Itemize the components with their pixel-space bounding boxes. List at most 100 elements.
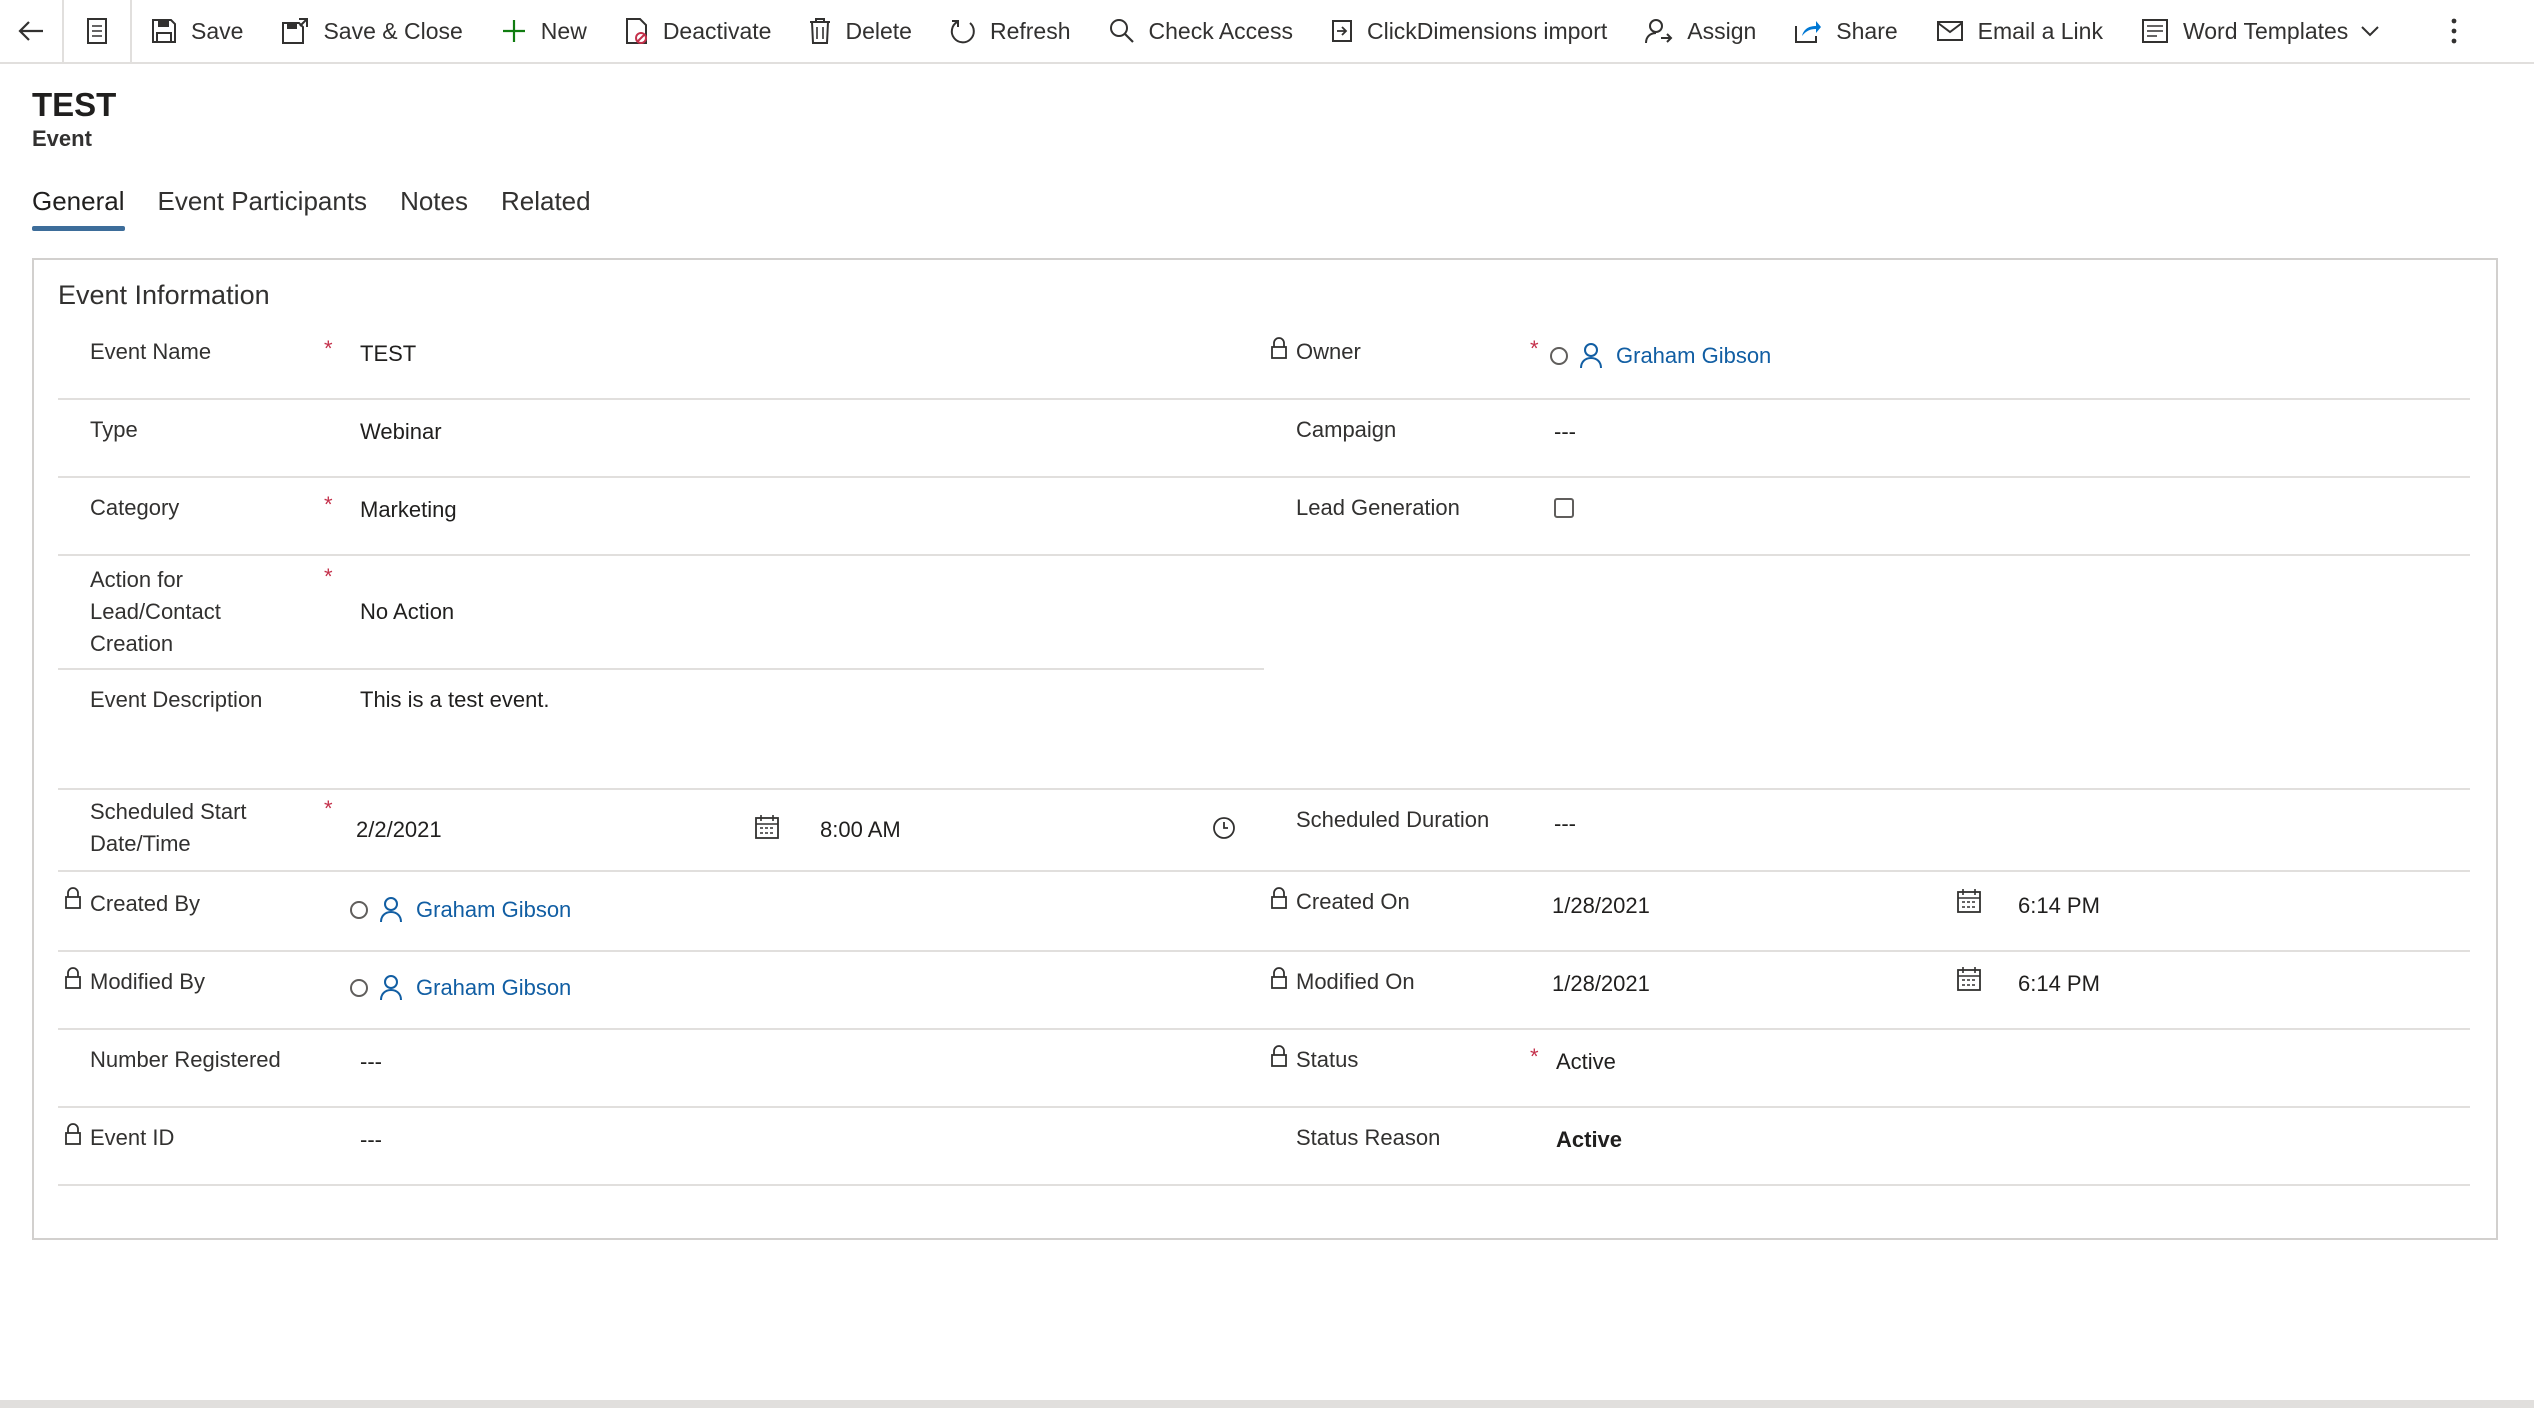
- save-icon: [152, 19, 176, 43]
- scheduled-duration-select[interactable]: ---: [1554, 808, 1576, 840]
- email-link-button[interactable]: Email a Link: [1917, 0, 2122, 62]
- field-type: Type Webinar: [58, 400, 1264, 478]
- calendar-icon[interactable]: [754, 814, 780, 840]
- share-button[interactable]: Share: [1775, 0, 1916, 62]
- status-reason-select[interactable]: Active: [1556, 1124, 1622, 1156]
- field-modified-by: Modified By Graham Gibson: [58, 952, 1264, 1030]
- lead-generation-checkbox[interactable]: [1554, 498, 1574, 518]
- refresh-button[interactable]: Refresh: [931, 0, 1090, 62]
- field-label: Category: [90, 495, 180, 520]
- save-button[interactable]: Save: [132, 0, 262, 62]
- modified-on-date: 1/28/2021: [1552, 971, 1650, 996]
- field-event-description: Event Description This is a test event.: [58, 670, 1264, 788]
- field-label: Number Registered: [90, 1047, 281, 1072]
- check-access-button[interactable]: Check Access: [1090, 0, 1312, 62]
- check-access-label: Check Access: [1148, 17, 1293, 44]
- word-templates-dropdown[interactable]: [2356, 0, 2394, 62]
- person-icon: [1580, 343, 1602, 369]
- import-icon: [1331, 20, 1352, 42]
- required-indicator: *: [324, 564, 333, 589]
- field-label: Type: [90, 417, 138, 442]
- save-close-button[interactable]: Save & Close: [262, 0, 481, 62]
- field-label: Event Description: [90, 687, 263, 712]
- chevron-down-icon: [2361, 26, 2380, 37]
- tab-related[interactable]: Related: [501, 186, 591, 231]
- required-indicator: *: [324, 492, 333, 517]
- deactivate-icon: [625, 18, 647, 44]
- created-on-date: 1/28/2021: [1552, 893, 1650, 918]
- owner-lookup[interactable]: Graham Gibson: [1550, 340, 1771, 372]
- tab-notes[interactable]: Notes: [400, 186, 468, 231]
- lock-icon: [65, 967, 81, 989]
- lock-icon: [1271, 1045, 1287, 1067]
- field-category: Category * Marketing: [58, 478, 1264, 556]
- field-created-by: Created By Graham Gibson: [58, 872, 1264, 950]
- field-campaign: Campaign ---: [1264, 400, 2470, 478]
- delete-button[interactable]: Delete: [790, 0, 930, 62]
- clickdimensions-import-button[interactable]: ClickDimensions import: [1312, 0, 1626, 62]
- document-icon: [87, 18, 107, 44]
- word-templates-button[interactable]: Word Templates: [2122, 0, 2356, 62]
- lock-icon: [1271, 967, 1287, 989]
- trash-icon: [810, 18, 831, 44]
- field-event-id: Event ID ---: [58, 1108, 1264, 1186]
- back-button[interactable]: [0, 0, 64, 62]
- person-icon: [380, 897, 402, 923]
- field-label: Modified By: [90, 969, 205, 994]
- tab-general[interactable]: General: [32, 186, 125, 231]
- save-close-label: Save & Close: [323, 17, 463, 44]
- calendar-icon: [1957, 889, 1981, 913]
- field-lead-generation: Lead Generation: [1264, 478, 2470, 556]
- type-select[interactable]: Webinar: [360, 416, 442, 448]
- person-assign-icon: [1645, 19, 1673, 44]
- event-name-input[interactable]: TEST: [360, 338, 416, 370]
- form-selector-button[interactable]: [64, 0, 132, 62]
- field-action-lead-contact: Action for Lead/Contact Creation * No Ac…: [58, 556, 1264, 668]
- owner-name-link[interactable]: Graham Gibson: [1616, 340, 1771, 372]
- number-registered-value: ---: [360, 1049, 382, 1074]
- lock-icon: [1271, 887, 1287, 909]
- share-label: Share: [1836, 17, 1898, 44]
- category-select[interactable]: Marketing: [360, 494, 457, 526]
- tab-event-participants[interactable]: Event Participants: [158, 186, 368, 231]
- field-status: Status * Active: [1264, 1030, 2470, 1108]
- created-by-link[interactable]: Graham Gibson: [416, 894, 571, 926]
- created-by-lookup: Graham Gibson: [350, 894, 571, 926]
- record-title: TEST: [32, 86, 117, 123]
- field-owner: Owner * Graham Gibson: [1264, 322, 2470, 400]
- campaign-lookup[interactable]: ---: [1554, 416, 1576, 448]
- word-templates-label: Word Templates: [2182, 17, 2349, 44]
- new-button[interactable]: New: [482, 0, 606, 62]
- refresh-label: Refresh: [989, 17, 1071, 44]
- scheduled-start-date-input[interactable]: 2/2/2021: [356, 814, 442, 846]
- required-indicator: *: [324, 796, 333, 821]
- action-lead-select[interactable]: No Action: [360, 596, 454, 628]
- field-label: Scheduled Start Date/Time: [90, 796, 247, 860]
- field-label: Owner: [1296, 339, 1361, 364]
- refresh-icon: [950, 20, 975, 44]
- clock-icon[interactable]: [1212, 816, 1236, 840]
- modified-by-link[interactable]: Graham Gibson: [416, 972, 571, 1004]
- modified-on-time: 6:14 PM: [2018, 971, 2100, 996]
- arrow-left-icon: [18, 21, 43, 41]
- scheduled-start-time-input[interactable]: 8:00 AM: [820, 814, 901, 846]
- email-link-label: Email a Link: [1977, 17, 2103, 44]
- event-description-textarea[interactable]: This is a test event.: [360, 684, 550, 716]
- created-on-time: 6:14 PM: [2018, 893, 2100, 918]
- required-indicator: *: [324, 336, 333, 361]
- row-divider: [58, 1184, 2470, 1186]
- field-label: Status Reason: [1296, 1125, 1441, 1150]
- more-vertical-icon: [2451, 18, 2457, 44]
- share-icon: [1795, 21, 1822, 43]
- person-icon: [380, 975, 402, 1001]
- deactivate-button[interactable]: Deactivate: [606, 0, 791, 62]
- word-template-icon: [2141, 19, 2168, 43]
- delete-label: Delete: [845, 17, 912, 44]
- field-status-reason: Status Reason Active: [1264, 1108, 2470, 1186]
- field-label: Modified On: [1296, 969, 1415, 994]
- clickdimensions-import-label: ClickDimensions import: [1366, 17, 1608, 44]
- bottom-scrollbar[interactable]: [0, 1400, 2534, 1408]
- field-event-name: Event Name * TEST: [58, 322, 1264, 400]
- assign-button[interactable]: Assign: [1626, 0, 1775, 62]
- more-commands-button[interactable]: [2430, 0, 2478, 62]
